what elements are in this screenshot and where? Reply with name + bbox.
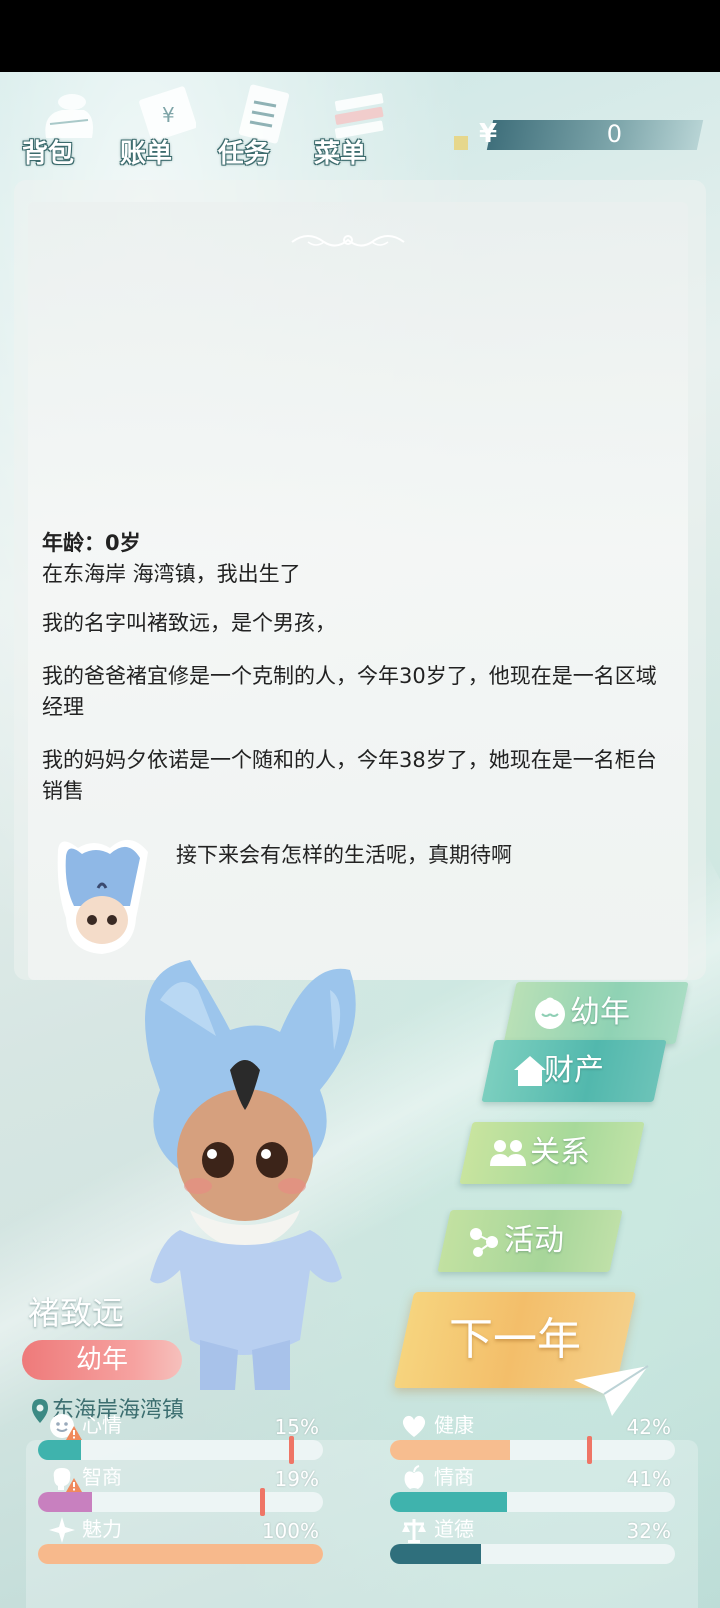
stat-5: 道德 32% [390,1517,675,1570]
svg-text:¥: ¥ [162,103,175,127]
money-display: ¥ 0 [454,118,704,152]
stat-2: 智商 19% [38,1465,323,1518]
stat-value: 100% [261,1519,319,1543]
relations-label: 关系 [530,1135,590,1170]
life-stage-badge: 幼年 [22,1340,182,1380]
bag-label: 背包 [22,139,75,169]
paper-plane-icon [574,1365,649,1416]
bill-button[interactable]: ¥ 账单 [118,80,208,180]
stat-value: 41% [626,1467,671,1491]
scales-icon [402,1519,426,1543]
life-stage-label: 幼年 [570,995,630,1030]
warning-icon [66,1478,82,1492]
people-icon [490,1140,526,1166]
activities-button[interactable]: 活动 [437,1210,623,1272]
menu-button[interactable]: 菜单 [312,80,402,180]
relations-button[interactable]: 关系 [459,1122,645,1184]
stat-bar-track [38,1544,323,1564]
sparkle-icon [49,1517,75,1543]
stat-bar-fill [390,1440,510,1460]
stat-bar-fill [390,1544,482,1564]
stat-bar-track [38,1440,323,1460]
yen-icon: ¥ [478,119,498,149]
stat-bar-track [390,1440,675,1460]
stat-threshold-marker [288,1436,294,1464]
stat-name: 道德 [434,1517,474,1541]
story-line: 我的名字叫褚致远，是个男孩， [42,611,336,635]
stat-value: 32% [626,1519,671,1543]
stat-value: 19% [274,1467,319,1491]
character-figure-icon [145,960,356,1390]
stat-threshold-marker [586,1436,592,1464]
stat-name: 健康 [434,1413,474,1437]
story-line: 我的爸爸褚宜修是一个克制的人，今年30岁了，他现在是一名区域经理 [42,664,657,719]
story-log: 年龄：0岁 在东海岸 海湾镇，我出生了 我的名字叫褚致远，是个男孩， 我的爸爸褚… [42,528,668,829]
stat-3: 情商 41% [390,1465,675,1518]
stat-1: 健康 42% [390,1413,675,1466]
bag-button[interactable]: 背包 [20,80,110,180]
money-value: 0 [606,120,622,148]
baby-face-icon [535,997,565,1029]
thought-text: 接下来会有怎样的生活呢，真期待啊 [176,843,512,867]
stat-4: 魅力 100% [38,1517,323,1570]
money-decoration [454,136,468,150]
stat-bar-fill [38,1544,323,1564]
apple-icon [404,1465,424,1489]
stat-bar-fill [38,1492,93,1512]
age-heading: 年龄：0岁 [42,531,141,555]
story-line: 我的妈妈夕依诺是一个随和的人，今年38岁了，她现在是一名柜台销售 [42,748,657,803]
warning-icon [66,1426,82,1440]
tasks-label: 任务 [218,139,271,169]
heart-icon [402,1415,426,1437]
story-line: 在东海岸 海湾镇，我出生了 [42,562,301,586]
stat-name: 情商 [434,1465,474,1489]
ornament-icon [291,235,405,247]
tasks-button[interactable]: 任务 [216,80,306,180]
status-bar [0,0,720,72]
stat-threshold-marker [260,1488,266,1516]
stat-name: 魅力 [82,1517,122,1541]
stat-value: 15% [274,1415,319,1439]
property-label: 财产 [544,1053,604,1088]
stat-bar-fill [390,1492,507,1512]
stat-0: 心情 15% [38,1413,323,1466]
life-stage-button[interactable]: 幼年 [503,982,689,1044]
character-name: 褚致远 [28,1294,125,1332]
stat-bar-fill [38,1440,81,1460]
stat-name: 智商 [82,1465,122,1489]
stat-bar-track [390,1544,675,1564]
stat-bar-track [38,1492,323,1512]
activity-icon [470,1228,498,1257]
activities-label: 活动 [504,1223,564,1258]
bill-label: 账单 [120,139,173,169]
stat-bar-track [390,1492,675,1512]
menu-label: 菜单 [314,139,367,169]
property-button[interactable]: 财产 [481,1040,667,1102]
stat-name: 心情 [82,1413,122,1437]
stat-value: 42% [626,1415,671,1439]
